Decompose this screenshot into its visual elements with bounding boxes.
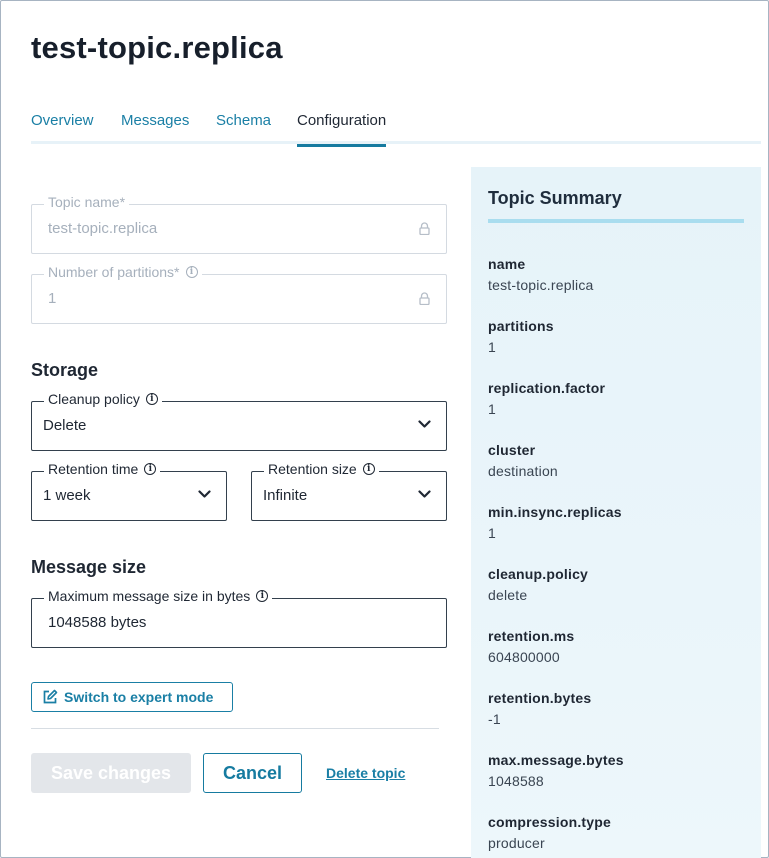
summary-key: cluster xyxy=(488,442,536,458)
cleanup-policy-label: Cleanup policy i xyxy=(44,391,162,407)
topic-summary-title: Topic Summary xyxy=(488,188,622,208)
tab-schema[interactable]: Schema xyxy=(216,112,271,144)
switch-expert-mode-button[interactable]: Switch to expert mode xyxy=(31,682,233,712)
summary-item-name: name test-topic.replica xyxy=(488,256,594,293)
summary-item-max-message-bytes: max.message.bytes 1048588 xyxy=(488,752,624,789)
actions-divider xyxy=(31,728,439,729)
partitions-label: Number of partitions* i xyxy=(44,264,202,280)
summary-value: -1 xyxy=(488,711,501,727)
topic-summary-rule xyxy=(488,219,744,223)
summary-item-cluster: cluster destination xyxy=(488,442,558,479)
topic-name-value: test-topic.replica xyxy=(48,220,158,237)
max-message-size-label: Maximum message size in bytes i xyxy=(44,588,273,604)
cleanup-policy-select[interactable]: Cleanup policy i Delete xyxy=(31,391,447,451)
switch-expert-mode-label: Switch to expert mode xyxy=(64,689,214,705)
chevron-down-icon xyxy=(418,490,431,498)
summary-key: retention.ms xyxy=(488,628,575,644)
chevron-down-icon xyxy=(198,490,211,498)
max-message-size-input[interactable]: Maximum message size in bytes i 1048588 … xyxy=(31,588,447,648)
topic-name-field: Topic name* test-topic.replica xyxy=(31,194,447,254)
lock-icon xyxy=(419,222,430,235)
info-icon[interactable]: i xyxy=(256,590,269,602)
summary-item-retention-bytes: retention.bytes -1 xyxy=(488,690,591,727)
retention-size-label: Retention size i xyxy=(264,461,379,477)
cancel-button[interactable]: Cancel xyxy=(203,753,302,793)
retention-time-select[interactable]: Retention time i 1 week xyxy=(31,461,227,521)
summary-value: test-topic.replica xyxy=(488,277,594,293)
retention-time-label: Retention time i xyxy=(44,461,161,477)
info-icon[interactable]: i xyxy=(362,463,375,475)
summary-item-compression-type: compression.type producer xyxy=(488,814,611,851)
tab-configuration[interactable]: Configuration xyxy=(297,112,387,147)
retention-time-value: 1 week xyxy=(43,487,91,504)
summary-value: 604800000 xyxy=(488,649,560,665)
summary-item-min-insync-replicas: min.insync.replicas 1 xyxy=(488,504,622,541)
summary-key: compression.type xyxy=(488,814,612,830)
summary-key: retention.bytes xyxy=(488,690,592,706)
summary-key: partitions xyxy=(488,318,554,334)
save-changes-button[interactable]: Save changes xyxy=(31,753,191,793)
topic-summary-panel: Topic Summary name test-topic.replica pa… xyxy=(471,167,761,858)
tab-bar: Overview Messages Schema Configuration xyxy=(31,112,761,147)
summary-key: name xyxy=(488,256,526,272)
info-icon[interactable]: i xyxy=(145,393,158,405)
summary-key: replication.factor xyxy=(488,380,606,396)
summary-key: cleanup.policy xyxy=(488,566,589,582)
max-message-size-value[interactable]: 1048588 bytes xyxy=(48,614,146,631)
chevron-down-icon xyxy=(418,420,431,428)
summary-value: 1048588 xyxy=(488,773,544,789)
summary-value: delete xyxy=(488,587,528,603)
cleanup-policy-value: Delete xyxy=(43,417,87,434)
tab-overview[interactable]: Overview xyxy=(31,112,94,144)
partitions-field: Number of partitions* i 1 xyxy=(31,264,447,324)
summary-value: 1 xyxy=(488,401,496,417)
summary-value: 1 xyxy=(488,525,496,541)
storage-section-title: Storage xyxy=(31,360,99,380)
lock-icon xyxy=(419,292,430,305)
summary-item-partitions: partitions 1 xyxy=(488,318,554,355)
partitions-value: 1 xyxy=(48,290,57,307)
summary-value: producer xyxy=(488,835,545,851)
info-icon[interactable]: i xyxy=(185,266,198,278)
page-title: test-topic.replica xyxy=(31,30,283,65)
summary-item-replication-factor: replication.factor 1 xyxy=(488,380,605,417)
topic-name-label: Topic name* xyxy=(44,194,130,210)
info-icon[interactable]: i xyxy=(144,463,157,475)
delete-topic-link[interactable]: Delete topic xyxy=(326,765,405,781)
edit-icon xyxy=(43,689,58,704)
summary-key: min.insync.replicas xyxy=(488,504,622,520)
summary-value: destination xyxy=(488,463,558,479)
retention-size-select[interactable]: Retention size i Infinite xyxy=(251,461,447,521)
summary-item-retention-ms: retention.ms 604800000 xyxy=(488,628,574,665)
message-size-section-title: Message size xyxy=(31,557,147,577)
summary-value: 1 xyxy=(488,339,496,355)
tab-messages[interactable]: Messages xyxy=(121,112,189,144)
retention-size-value: Infinite xyxy=(263,487,308,504)
summary-item-cleanup-policy: cleanup.policy delete xyxy=(488,566,588,603)
summary-key: max.message.bytes xyxy=(488,752,624,768)
